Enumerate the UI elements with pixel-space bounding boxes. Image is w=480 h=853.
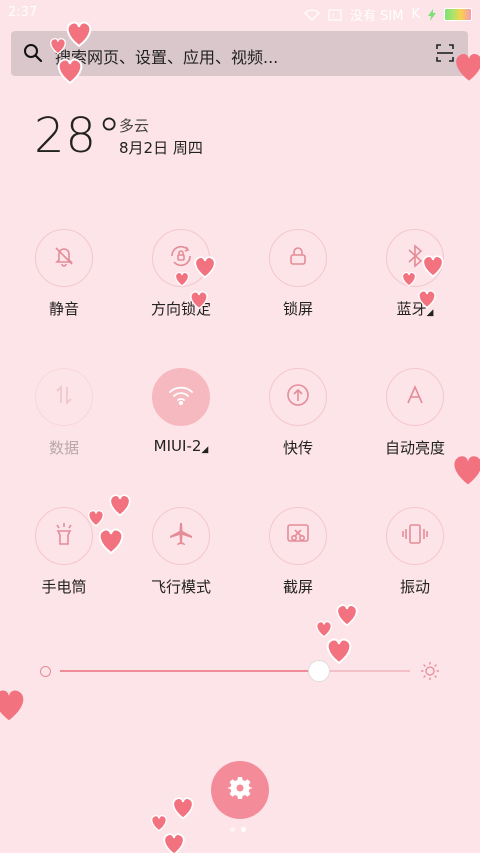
vibrate-icon bbox=[401, 522, 429, 550]
wifi-status-icon bbox=[304, 8, 320, 21]
page-dot-active bbox=[241, 827, 246, 832]
network-speed: K bbox=[411, 7, 420, 22]
mobile-data-icon bbox=[53, 383, 75, 411]
toggle-label: 快传 bbox=[282, 439, 313, 457]
toggle-label: 锁屏 bbox=[282, 300, 313, 318]
page-indicator bbox=[230, 827, 246, 832]
toggle-circle[interactable] bbox=[386, 507, 444, 565]
brightness-high-icon bbox=[420, 661, 440, 685]
toggle-label: 振动 bbox=[399, 578, 430, 596]
heart-decoration-icon bbox=[0, 690, 24, 721]
battery-icon bbox=[444, 8, 472, 21]
svg-text:!: ! bbox=[332, 12, 335, 20]
toggle-auto-brightness[interactable]: 自动亮度 bbox=[365, 368, 465, 458]
heart-decoration-icon bbox=[194, 256, 216, 279]
toggle-label-text: MIUI-2 bbox=[153, 437, 202, 455]
slider-fill bbox=[60, 670, 319, 672]
more-indicator-icon: ◢ bbox=[426, 308, 434, 318]
heart-decoration-icon bbox=[174, 271, 190, 287]
toggle-circle[interactable] bbox=[386, 368, 444, 426]
toggle-airplane-mode[interactable]: 飞行模式 bbox=[131, 507, 231, 597]
weather-date: 8月2日 周四 bbox=[119, 139, 203, 157]
status-time: 2:37 bbox=[8, 5, 38, 20]
toggle-circle[interactable] bbox=[35, 368, 93, 426]
heart-decoration-icon bbox=[401, 271, 417, 287]
toggle-label: 数据 bbox=[48, 439, 79, 457]
toggle-label: 截屏 bbox=[282, 578, 313, 596]
toggle-label: MIUI-2◢ bbox=[131, 437, 231, 455]
toggle-wifi[interactable]: MIUI-2◢ bbox=[131, 368, 231, 455]
heart-decoration-icon bbox=[336, 604, 358, 627]
heart-decoration-icon bbox=[98, 528, 124, 555]
heart-decoration-icon bbox=[418, 290, 436, 309]
more-indicator-icon: ◢ bbox=[201, 445, 209, 455]
carrier-text: 没有 SIM bbox=[350, 9, 404, 24]
heart-decoration-icon bbox=[151, 815, 167, 832]
toggle-screenshot[interactable]: 截屏 bbox=[248, 507, 348, 597]
heart-decoration-icon bbox=[57, 58, 83, 85]
brightness-low-icon bbox=[40, 666, 51, 677]
rotation-lock-icon bbox=[167, 242, 195, 274]
toggle-label: 手电筒 bbox=[41, 578, 87, 596]
toggle-lock-screen[interactable]: 锁屏 bbox=[248, 229, 348, 319]
heart-decoration-icon bbox=[454, 456, 480, 485]
heart-decoration-icon bbox=[326, 638, 352, 665]
toggle-silent[interactable]: 静音 bbox=[14, 229, 114, 319]
gear-icon bbox=[228, 776, 252, 804]
wifi-icon bbox=[167, 384, 195, 410]
weather-condition: 多云 bbox=[119, 117, 150, 135]
toggle-label: 静音 bbox=[48, 300, 79, 318]
toggle-label: 蓝牙◢ bbox=[365, 298, 465, 319]
heart-decoration-icon bbox=[163, 833, 185, 853]
toggle-label: 方向锁定 bbox=[150, 300, 211, 318]
bell-off-icon bbox=[51, 243, 77, 273]
toggle-circle[interactable] bbox=[35, 229, 93, 287]
heart-decoration-icon bbox=[422, 255, 444, 278]
heart-decoration-icon bbox=[66, 21, 92, 48]
heart-decoration-icon bbox=[88, 510, 104, 527]
toggle-circle[interactable] bbox=[269, 507, 327, 565]
flashlight-icon bbox=[52, 521, 76, 551]
transfer-icon bbox=[284, 381, 312, 413]
charging-icon bbox=[428, 8, 436, 21]
lock-icon bbox=[286, 244, 310, 272]
temperature: 28° bbox=[34, 108, 123, 164]
heart-decoration-icon bbox=[109, 494, 131, 517]
toggle-circle[interactable] bbox=[269, 229, 327, 287]
toggle-label: 飞行模式 bbox=[150, 578, 211, 596]
toggle-quick-transfer[interactable]: 快传 bbox=[248, 368, 348, 458]
toggle-vibrate[interactable]: 振动 bbox=[365, 507, 465, 597]
airplane-icon bbox=[168, 521, 194, 551]
brightness-slider[interactable] bbox=[40, 658, 440, 684]
toggle-circle[interactable] bbox=[35, 507, 93, 565]
search-icon bbox=[23, 43, 43, 67]
toggle-circle[interactable] bbox=[152, 368, 210, 426]
settings-button[interactable] bbox=[211, 761, 269, 819]
heart-decoration-icon bbox=[172, 797, 194, 820]
screenshot-icon bbox=[285, 522, 311, 550]
auto-brightness-icon bbox=[403, 383, 427, 411]
heart-decoration-icon bbox=[456, 54, 480, 81]
toggle-mobile-data[interactable]: 数据 bbox=[14, 368, 114, 458]
heart-decoration-icon bbox=[316, 621, 332, 638]
page-dot bbox=[230, 827, 235, 832]
heart-decoration-icon bbox=[50, 38, 66, 55]
toggle-circle[interactable] bbox=[269, 368, 327, 426]
sim-status-icon: ! bbox=[328, 8, 342, 21]
toggle-circle[interactable] bbox=[152, 507, 210, 565]
heart-decoration-icon bbox=[190, 291, 208, 310]
